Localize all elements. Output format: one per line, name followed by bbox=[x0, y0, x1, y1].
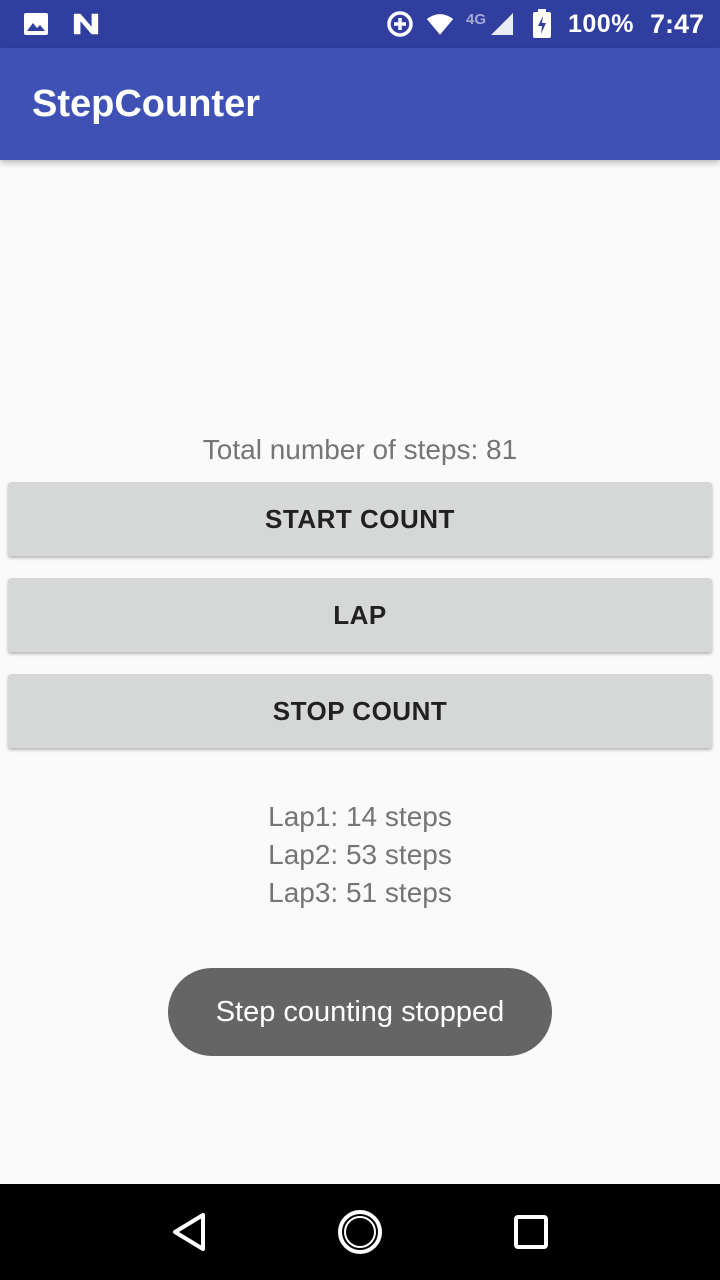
app-bar: StepCounter bbox=[0, 48, 720, 160]
total-steps-label: Total number of steps: 81 bbox=[202, 434, 518, 465]
battery-percent: 100% bbox=[568, 9, 634, 38]
signal-icon bbox=[488, 10, 516, 38]
recents-icon[interactable] bbox=[501, 1202, 561, 1262]
status-bar: 4G 100% 7:47 bbox=[0, 0, 720, 48]
lap-item: Lap1: 14 steps bbox=[268, 801, 452, 832]
start-count-button[interactable]: START COUNT bbox=[8, 482, 712, 556]
home-icon[interactable] bbox=[330, 1202, 390, 1262]
data-saver-icon bbox=[386, 10, 414, 38]
lap-list: Lap1: 14 steps Lap2: 53 steps Lap3: 51 s… bbox=[0, 798, 720, 912]
battery-charging-icon bbox=[528, 9, 556, 38]
toast: Step counting stopped bbox=[168, 968, 552, 1056]
lap-item: Lap3: 51 steps bbox=[268, 877, 452, 908]
back-icon[interactable] bbox=[159, 1202, 219, 1262]
n-logo-icon bbox=[72, 10, 100, 38]
image-icon bbox=[22, 10, 50, 38]
network-type: 4G bbox=[465, 10, 486, 28]
toast-message: Step counting stopped bbox=[215, 995, 505, 1028]
app-title: StepCounter bbox=[32, 82, 260, 125]
wifi-icon bbox=[426, 10, 454, 38]
lap-item: Lap2: 53 steps bbox=[268, 839, 452, 870]
clock: 7:47 bbox=[649, 8, 704, 39]
stop-count-button[interactable]: STOP COUNT bbox=[8, 674, 712, 748]
navigation-bar bbox=[0, 1184, 720, 1280]
lap-button[interactable]: LAP bbox=[8, 578, 712, 652]
